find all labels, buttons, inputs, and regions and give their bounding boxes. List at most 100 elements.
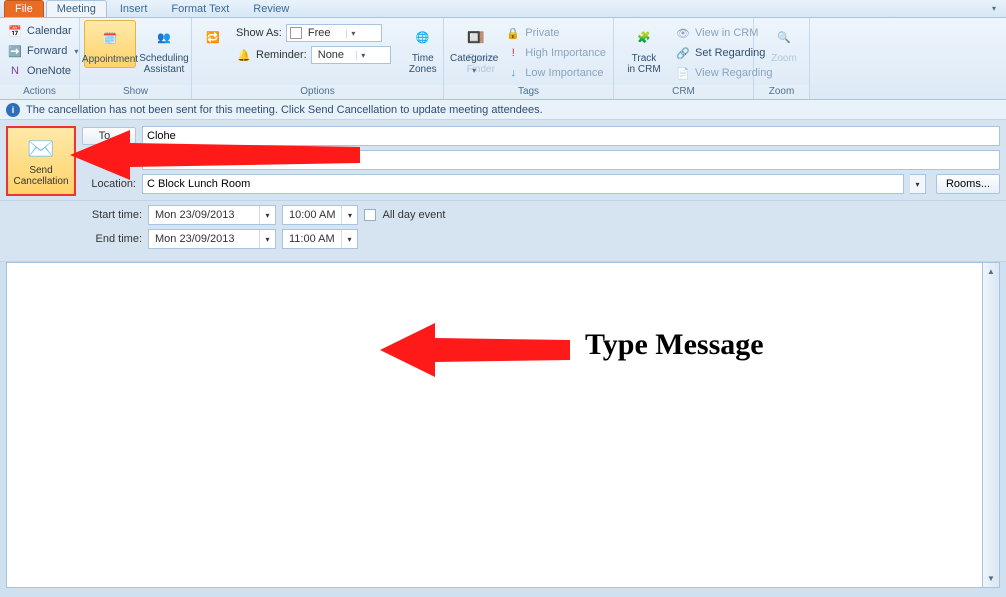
info-icon: i [6,103,20,117]
scheduling-assistant-button[interactable]: 👥 Scheduling Assistant [138,20,190,77]
scroll-up-icon[interactable]: ▲ [983,263,999,280]
reminder-label: Reminder: [256,49,307,61]
chevron-down-icon[interactable]: ▾ [346,29,360,38]
recurrence-button[interactable]: 🔁 [196,20,230,53]
scheduling-icon: 👥 [150,23,178,51]
rooms-button[interactable]: Rooms... [936,174,1000,194]
crm-view-icon: 👁 [675,25,691,41]
private-button[interactable]: 🔒 Private [502,24,609,42]
tab-meeting[interactable]: Meeting [46,0,107,17]
arrow-down-icon: ↓ [505,65,521,81]
private-label: Private [525,27,559,39]
low-importance-button[interactable]: ↓ Low Importance [502,64,609,82]
reminder-value: None [312,49,356,61]
appointment-button[interactable]: 🗓️ Appointment [84,20,136,68]
end-date-value: Mon 23/09/2013 [149,230,259,248]
end-time-picker[interactable]: 11:00 AM ▾ [282,229,358,249]
appointment-label: Appointment [82,54,138,65]
categorize-icon: 🔲 [460,23,488,51]
chevron-down-icon[interactable]: ▾ [259,230,275,248]
start-date-value: Mon 23/09/2013 [149,206,259,224]
location-dropdown[interactable]: ▾ [910,174,926,194]
time-zones-label: Time Zones [409,53,437,75]
time-area: Start time: Mon 23/09/2013 ▾ 10:00 AM ▾ … [0,201,1006,262]
tab-file[interactable]: File [4,0,44,17]
subject-label: Subject: [82,154,136,166]
track-crm-button[interactable]: 🧩 Track in CRM [618,20,670,77]
subject-field[interactable] [142,150,1000,170]
group-tags-label: Tags [444,85,613,99]
all-day-label: All day event [382,209,445,221]
group-tags: 🔲 Categorize ▾ 🔒 Private ! High Importan… [444,18,614,99]
showas-label: Show As: [236,27,282,39]
start-time-label: Start time: [82,209,142,221]
to-field[interactable] [142,126,1000,146]
group-crm: 🧩 Track in CRM 👁 View in CRM 🔗 Set Regar… [614,18,754,99]
categorize-label: Categorize [450,53,498,64]
location-label: Location: [82,178,136,190]
group-show-label: Show [80,85,191,99]
form-area: ✉️ Send Cancellation To... Subject: Loca… [0,120,1006,201]
zoom-icon: 🔍 [770,23,798,51]
zoom-button[interactable]: 🔍 Zoom [758,20,810,66]
body-frame: ▲ ▼ [0,262,1006,588]
message-body-editor[interactable] [6,262,983,588]
appointment-icon: 🗓️ [96,24,124,52]
scroll-track[interactable] [983,280,999,570]
chevron-down-icon: ▾ [469,66,479,75]
ribbon-minimize-icon[interactable]: ▾ [988,2,1000,14]
forward-label: Forward [27,45,67,57]
group-show: 🗓️ Appointment 👥 Scheduling Assistant Sh… [80,18,192,99]
view-regarding-icon: 📄 [675,65,691,81]
recurrence-icon: 🔁 [199,23,227,51]
calendar-button[interactable]: 📅 Calendar [4,22,75,40]
to-button[interactable]: To... [82,127,136,145]
info-bar: i The cancellation has not been sent for… [0,100,1006,120]
high-importance-button[interactable]: ! High Importance [502,44,609,62]
group-zoom-label: Zoom [754,85,809,99]
vertical-scrollbar[interactable]: ▲ ▼ [983,262,1000,588]
chevron-down-icon[interactable]: ▾ [341,206,357,224]
globe-icon: 🌐 [409,23,437,51]
showas-dropdown[interactable]: Free ▾ [286,24,382,42]
reminder-dropdown[interactable]: None ▾ [311,46,391,64]
tab-review[interactable]: Review [242,0,300,17]
onenote-button[interactable]: N OneNote [4,62,74,80]
showas-value: Free [302,27,346,39]
location-field[interactable] [142,174,904,194]
group-actions-label: Actions [0,85,79,99]
calendar-label: Calendar [27,25,72,37]
exclamation-icon: ! [505,45,521,61]
info-text: The cancellation has not been sent for t… [26,104,543,116]
categorize-button[interactable]: 🔲 Categorize ▾ [448,20,500,77]
all-day-checkbox[interactable] [364,209,376,221]
onenote-icon: N [7,63,23,79]
send-cancellation-label: Send Cancellation [13,165,68,187]
group-crm-label: CRM [614,85,753,99]
scroll-down-icon[interactable]: ▼ [983,570,999,587]
end-time-value: 11:00 AM [283,230,341,248]
low-importance-label: Low Importance [525,67,603,79]
crm-icon: 🧩 [630,23,658,51]
ribbon-tabs: File Meeting Insert Format Text Review ▾ [0,0,1006,18]
start-time-value: 10:00 AM [283,206,341,224]
chevron-down-icon[interactable]: ▾ [259,206,275,224]
scheduling-label: Scheduling Assistant [139,53,188,75]
send-cancellation-button[interactable]: ✉️ Send Cancellation [6,126,76,196]
forward-icon: ➡️ [7,43,23,59]
view-in-crm-label: View in CRM [695,27,758,39]
end-date-picker[interactable]: Mon 23/09/2013 ▾ [148,229,276,249]
set-regarding-icon: 🔗 [675,45,691,61]
tab-insert[interactable]: Insert [109,0,159,17]
tab-format-text[interactable]: Format Text [160,0,240,17]
start-date-picker[interactable]: Mon 23/09/2013 ▾ [148,205,276,225]
time-zones-button[interactable]: 🌐 Time Zones [397,20,449,77]
start-time-picker[interactable]: 10:00 AM ▾ [282,205,358,225]
end-time-label: End time: [82,233,142,245]
bell-icon: 🔔 [236,47,252,63]
group-options: 🔁 Show As: Free ▾ 🔔 Reminder: None [192,18,444,99]
group-zoom: 🔍 Zoom Zoom [754,18,810,99]
chevron-down-icon[interactable]: ▾ [341,230,357,248]
forward-button[interactable]: ➡️ Forward ▾ [4,42,84,60]
chevron-down-icon[interactable]: ▾ [356,51,370,60]
